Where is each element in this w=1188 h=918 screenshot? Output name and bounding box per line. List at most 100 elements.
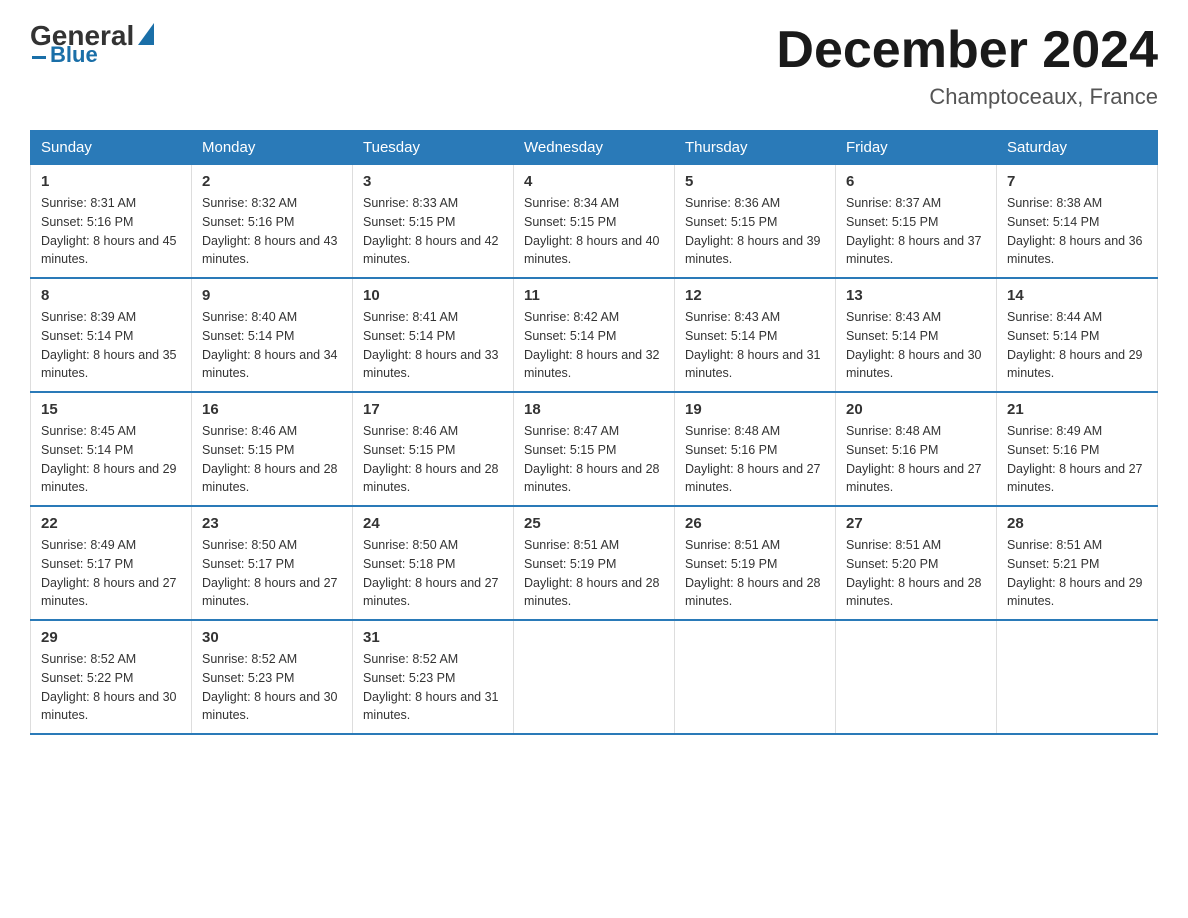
column-header-thursday: Thursday [675, 131, 836, 165]
calendar-cell: 19 Sunrise: 8:48 AM Sunset: 5:16 PM Dayl… [675, 392, 836, 506]
month-year-title: December 2024 [776, 20, 1158, 80]
day-number: 3 [363, 173, 503, 190]
day-info: Sunrise: 8:47 AM Sunset: 5:15 PM Dayligh… [524, 422, 664, 497]
day-info: Sunrise: 8:32 AM Sunset: 5:16 PM Dayligh… [202, 194, 342, 269]
day-info: Sunrise: 8:51 AM Sunset: 5:21 PM Dayligh… [1007, 536, 1147, 611]
logo-blue-text: Blue [50, 42, 98, 68]
day-info: Sunrise: 8:49 AM Sunset: 5:17 PM Dayligh… [41, 536, 181, 611]
calendar-cell: 24 Sunrise: 8:50 AM Sunset: 5:18 PM Dayl… [353, 506, 514, 620]
calendar-week-row: 22 Sunrise: 8:49 AM Sunset: 5:17 PM Dayl… [31, 506, 1158, 620]
calendar-cell: 28 Sunrise: 8:51 AM Sunset: 5:21 PM Dayl… [997, 506, 1158, 620]
day-info: Sunrise: 8:36 AM Sunset: 5:15 PM Dayligh… [685, 194, 825, 269]
day-number: 11 [524, 287, 664, 304]
calendar-cell: 13 Sunrise: 8:43 AM Sunset: 5:14 PM Dayl… [836, 278, 997, 392]
calendar-week-row: 8 Sunrise: 8:39 AM Sunset: 5:14 PM Dayli… [31, 278, 1158, 392]
day-number: 13 [846, 287, 986, 304]
title-block: December 2024 Champtoceaux, France [776, 20, 1158, 110]
calendar-cell [675, 620, 836, 734]
calendar-cell: 21 Sunrise: 8:49 AM Sunset: 5:16 PM Dayl… [997, 392, 1158, 506]
day-info: Sunrise: 8:49 AM Sunset: 5:16 PM Dayligh… [1007, 422, 1147, 497]
calendar-table: SundayMondayTuesdayWednesdayThursdayFrid… [30, 130, 1158, 735]
day-info: Sunrise: 8:44 AM Sunset: 5:14 PM Dayligh… [1007, 308, 1147, 383]
day-number: 21 [1007, 401, 1147, 418]
day-info: Sunrise: 8:52 AM Sunset: 5:23 PM Dayligh… [363, 650, 503, 725]
calendar-cell: 6 Sunrise: 8:37 AM Sunset: 5:15 PM Dayli… [836, 165, 997, 279]
column-header-saturday: Saturday [997, 131, 1158, 165]
calendar-cell: 4 Sunrise: 8:34 AM Sunset: 5:15 PM Dayli… [514, 165, 675, 279]
day-info: Sunrise: 8:42 AM Sunset: 5:14 PM Dayligh… [524, 308, 664, 383]
calendar-cell: 12 Sunrise: 8:43 AM Sunset: 5:14 PM Dayl… [675, 278, 836, 392]
day-info: Sunrise: 8:43 AM Sunset: 5:14 PM Dayligh… [846, 308, 986, 383]
day-info: Sunrise: 8:31 AM Sunset: 5:16 PM Dayligh… [41, 194, 181, 269]
calendar-cell: 25 Sunrise: 8:51 AM Sunset: 5:19 PM Dayl… [514, 506, 675, 620]
calendar-cell: 3 Sunrise: 8:33 AM Sunset: 5:15 PM Dayli… [353, 165, 514, 279]
calendar-cell: 29 Sunrise: 8:52 AM Sunset: 5:22 PM Dayl… [31, 620, 192, 734]
day-info: Sunrise: 8:46 AM Sunset: 5:15 PM Dayligh… [202, 422, 342, 497]
day-number: 5 [685, 173, 825, 190]
column-header-monday: Monday [192, 131, 353, 165]
day-number: 10 [363, 287, 503, 304]
calendar-cell: 11 Sunrise: 8:42 AM Sunset: 5:14 PM Dayl… [514, 278, 675, 392]
calendar-week-row: 15 Sunrise: 8:45 AM Sunset: 5:14 PM Dayl… [31, 392, 1158, 506]
day-number: 6 [846, 173, 986, 190]
calendar-week-row: 29 Sunrise: 8:52 AM Sunset: 5:22 PM Dayl… [31, 620, 1158, 734]
day-info: Sunrise: 8:46 AM Sunset: 5:15 PM Dayligh… [363, 422, 503, 497]
day-info: Sunrise: 8:50 AM Sunset: 5:17 PM Dayligh… [202, 536, 342, 611]
day-info: Sunrise: 8:34 AM Sunset: 5:15 PM Dayligh… [524, 194, 664, 269]
column-header-friday: Friday [836, 131, 997, 165]
calendar-cell: 26 Sunrise: 8:51 AM Sunset: 5:19 PM Dayl… [675, 506, 836, 620]
day-info: Sunrise: 8:48 AM Sunset: 5:16 PM Dayligh… [685, 422, 825, 497]
day-number: 29 [41, 629, 181, 646]
day-number: 22 [41, 515, 181, 532]
calendar-cell: 20 Sunrise: 8:48 AM Sunset: 5:16 PM Dayl… [836, 392, 997, 506]
day-number: 8 [41, 287, 181, 304]
day-number: 16 [202, 401, 342, 418]
calendar-cell: 16 Sunrise: 8:46 AM Sunset: 5:15 PM Dayl… [192, 392, 353, 506]
day-number: 12 [685, 287, 825, 304]
calendar-cell: 1 Sunrise: 8:31 AM Sunset: 5:16 PM Dayli… [31, 165, 192, 279]
day-number: 26 [685, 515, 825, 532]
calendar-cell [514, 620, 675, 734]
calendar-cell: 17 Sunrise: 8:46 AM Sunset: 5:15 PM Dayl… [353, 392, 514, 506]
calendar-cell: 18 Sunrise: 8:47 AM Sunset: 5:15 PM Dayl… [514, 392, 675, 506]
day-info: Sunrise: 8:39 AM Sunset: 5:14 PM Dayligh… [41, 308, 181, 383]
day-info: Sunrise: 8:41 AM Sunset: 5:14 PM Dayligh… [363, 308, 503, 383]
day-info: Sunrise: 8:52 AM Sunset: 5:23 PM Dayligh… [202, 650, 342, 725]
calendar-cell: 23 Sunrise: 8:50 AM Sunset: 5:17 PM Dayl… [192, 506, 353, 620]
day-info: Sunrise: 8:51 AM Sunset: 5:19 PM Dayligh… [524, 536, 664, 611]
column-header-sunday: Sunday [31, 131, 192, 165]
day-info: Sunrise: 8:40 AM Sunset: 5:14 PM Dayligh… [202, 308, 342, 383]
calendar-header-row: SundayMondayTuesdayWednesdayThursdayFrid… [31, 131, 1158, 165]
day-number: 15 [41, 401, 181, 418]
day-number: 31 [363, 629, 503, 646]
page-header: General Blue December 2024 Champtoceaux,… [30, 20, 1158, 110]
day-number: 23 [202, 515, 342, 532]
day-number: 2 [202, 173, 342, 190]
calendar-cell: 31 Sunrise: 8:52 AM Sunset: 5:23 PM Dayl… [353, 620, 514, 734]
day-info: Sunrise: 8:51 AM Sunset: 5:20 PM Dayligh… [846, 536, 986, 611]
day-number: 27 [846, 515, 986, 532]
day-number: 18 [524, 401, 664, 418]
day-info: Sunrise: 8:48 AM Sunset: 5:16 PM Dayligh… [846, 422, 986, 497]
column-header-wednesday: Wednesday [514, 131, 675, 165]
day-number: 28 [1007, 515, 1147, 532]
calendar-cell [997, 620, 1158, 734]
calendar-cell: 15 Sunrise: 8:45 AM Sunset: 5:14 PM Dayl… [31, 392, 192, 506]
calendar-cell: 8 Sunrise: 8:39 AM Sunset: 5:14 PM Dayli… [31, 278, 192, 392]
calendar-cell: 7 Sunrise: 8:38 AM Sunset: 5:14 PM Dayli… [997, 165, 1158, 279]
location-subtitle: Champtoceaux, France [776, 84, 1158, 110]
day-number: 14 [1007, 287, 1147, 304]
day-number: 17 [363, 401, 503, 418]
logo-triangle-icon [138, 23, 154, 45]
day-info: Sunrise: 8:38 AM Sunset: 5:14 PM Dayligh… [1007, 194, 1147, 269]
day-info: Sunrise: 8:45 AM Sunset: 5:14 PM Dayligh… [41, 422, 181, 497]
calendar-cell: 5 Sunrise: 8:36 AM Sunset: 5:15 PM Dayli… [675, 165, 836, 279]
day-number: 25 [524, 515, 664, 532]
day-number: 7 [1007, 173, 1147, 190]
day-info: Sunrise: 8:50 AM Sunset: 5:18 PM Dayligh… [363, 536, 503, 611]
day-number: 24 [363, 515, 503, 532]
day-number: 4 [524, 173, 664, 190]
calendar-cell: 22 Sunrise: 8:49 AM Sunset: 5:17 PM Dayl… [31, 506, 192, 620]
calendar-cell: 9 Sunrise: 8:40 AM Sunset: 5:14 PM Dayli… [192, 278, 353, 392]
calendar-cell: 2 Sunrise: 8:32 AM Sunset: 5:16 PM Dayli… [192, 165, 353, 279]
